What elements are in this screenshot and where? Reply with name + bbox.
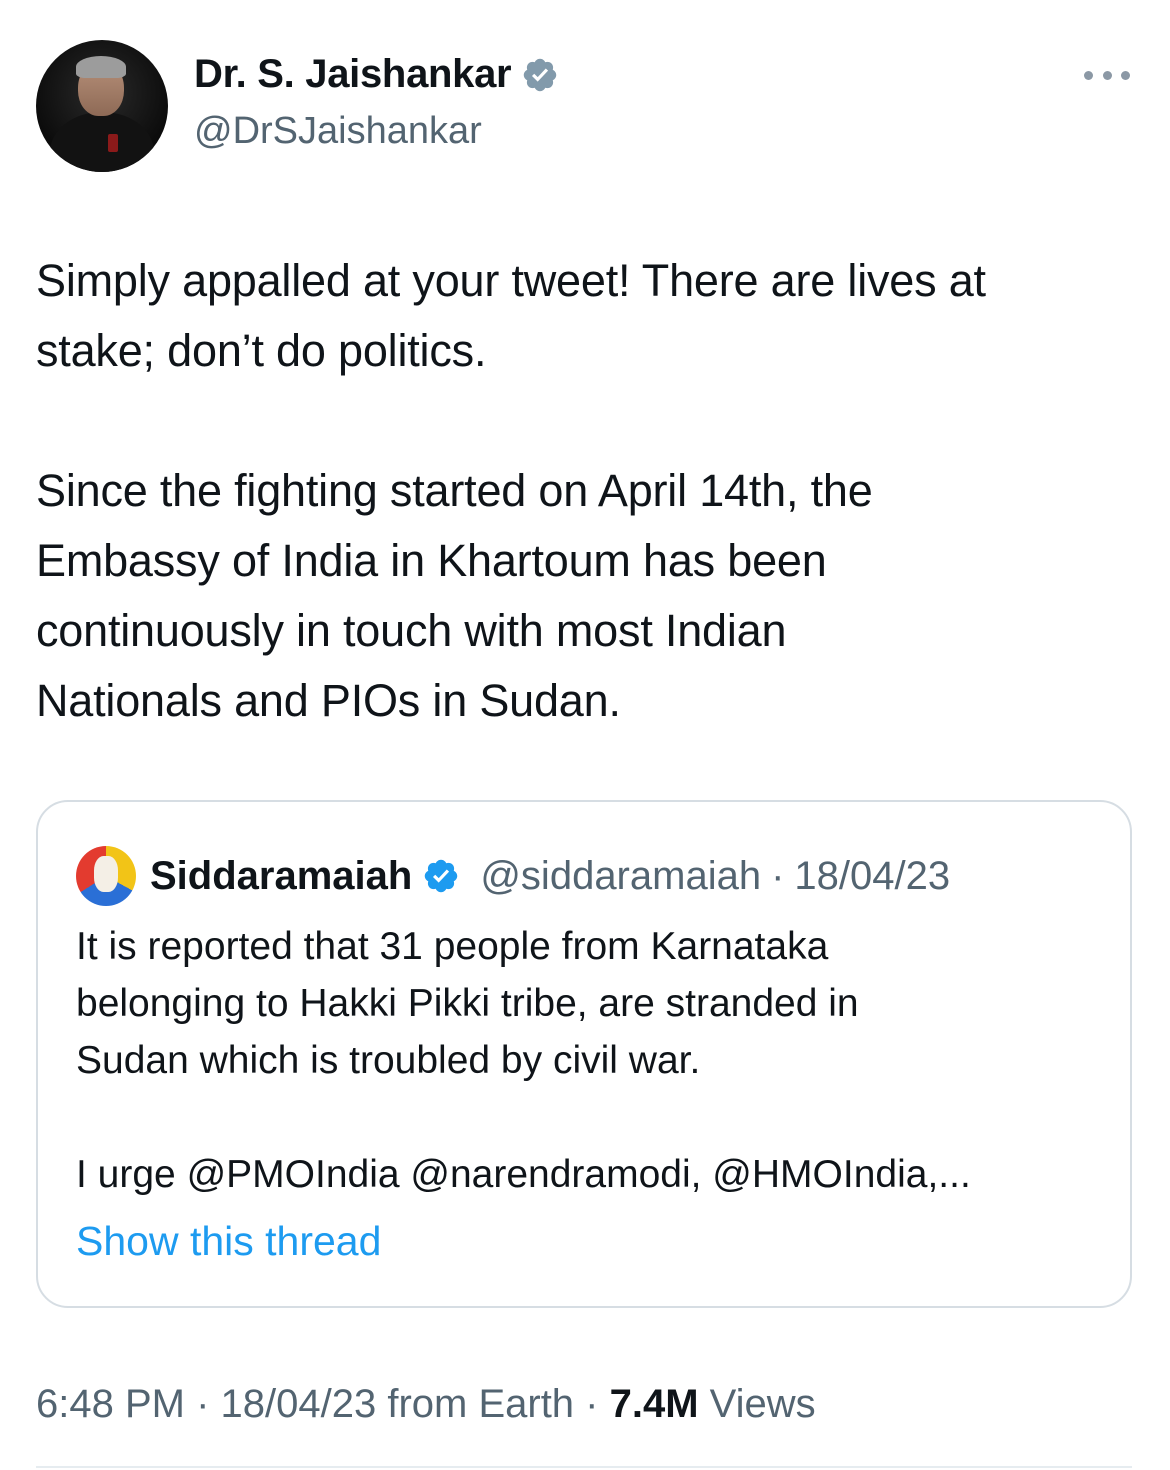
- quoted-header: Siddaramaiah @siddaramaiah · 18/04/23: [76, 846, 950, 906]
- tweet-source: from Earth: [376, 1382, 575, 1426]
- views-label: Views: [698, 1382, 816, 1426]
- divider: [36, 1466, 1132, 1468]
- author-display-name[interactable]: Dr. S. Jaishankar: [194, 52, 512, 97]
- quoted-author-avatar[interactable]: [76, 846, 136, 906]
- quoted-date[interactable]: 18/04/23: [794, 854, 950, 899]
- avatar-accent-shape: [108, 134, 118, 152]
- more-dot: [1102, 70, 1112, 80]
- more-dot: [1084, 70, 1093, 80]
- author-name-row: Dr. S. Jaishankar: [194, 52, 559, 97]
- show-thread-link[interactable]: Show this thread: [76, 1218, 381, 1265]
- tweet-date[interactable]: 18/04/23: [221, 1382, 377, 1426]
- tweet-text: Simply appalled at your tweet! There are…: [36, 255, 986, 726]
- avatar-body-shape: [50, 112, 154, 172]
- meta-separator: ·: [184, 1382, 221, 1426]
- quoted-handle: @siddaramaiah: [480, 853, 762, 898]
- meta-separator: ·: [574, 1382, 610, 1426]
- tweet-time[interactable]: 6:48 PM: [36, 1382, 185, 1426]
- quoted-verified-badge-icon: [425, 859, 458, 893]
- tweet-meta: 6:48 PM · 18/04/23 from Earth · 7.4M Vie…: [36, 1382, 816, 1427]
- views-count[interactable]: 7.4M: [610, 1382, 699, 1426]
- more-options-icon[interactable]: [1084, 60, 1130, 90]
- author-handle[interactable]: @DrSJaishankar: [194, 110, 482, 153]
- verified-badge-icon: [524, 58, 557, 91]
- quoted-separator: ·: [771, 853, 785, 898]
- more-dot: [1121, 70, 1130, 80]
- avatar-hair-shape: [76, 56, 126, 78]
- quoted-tweet-card[interactable]: Siddaramaiah @siddaramaiah · 18/04/23 It…: [36, 800, 1132, 1308]
- author-avatar[interactable]: [36, 40, 168, 172]
- tweet: Dr. S. Jaishankar @DrSJaishankar Simply …: [0, 0, 1170, 1470]
- quoted-display-name: Siddaramaiah: [150, 853, 413, 898]
- quoted-text: It is reported that 31 people from Karna…: [76, 925, 971, 1196]
